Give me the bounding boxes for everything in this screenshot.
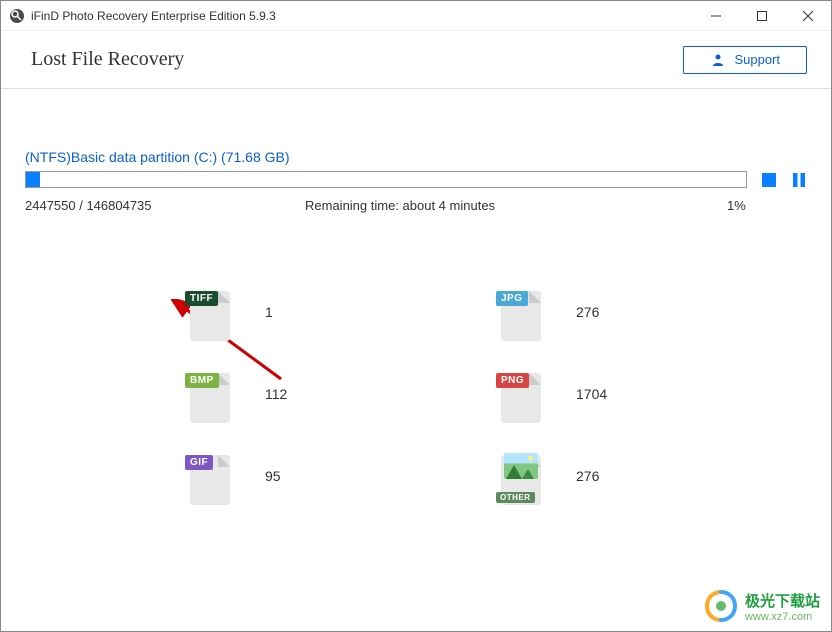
bmp-icon: BMP	[185, 365, 235, 423]
gif-icon: GIF	[185, 447, 235, 505]
watermark: 极光下载站 www.xz7.com	[703, 588, 820, 624]
jpg-count: 276	[576, 304, 599, 320]
pause-icon	[791, 172, 807, 188]
page-title: Lost File Recovery	[31, 48, 683, 71]
window-titlebar: iFinD Photo Recovery Enterprise Edition …	[1, 1, 831, 31]
tiff-icon: TIFF	[185, 283, 235, 341]
file-type-gif: GIF 95	[185, 447, 376, 505]
stop-icon	[761, 172, 777, 188]
jpg-icon: JPG	[496, 283, 546, 341]
gif-count: 95	[265, 468, 281, 484]
file-type-bmp: BMP 112	[185, 365, 376, 423]
maximize-button[interactable]	[739, 1, 785, 30]
app-header: Lost File Recovery Support	[1, 31, 831, 89]
other-icon: OTHER	[496, 447, 546, 505]
bmp-count: 112	[265, 386, 287, 402]
watermark-url: www.xz7.com	[745, 611, 820, 623]
progress-fill	[26, 172, 40, 187]
file-type-png: PNG 1704	[496, 365, 687, 423]
minimize-button[interactable]	[693, 1, 739, 30]
tiff-count: 1	[265, 304, 273, 320]
support-label: Support	[734, 52, 780, 67]
support-person-icon	[710, 52, 726, 68]
app-icon	[9, 8, 25, 24]
processed-count: 2447550 / 146804735	[25, 198, 305, 213]
file-type-tiff: TIFF 1	[185, 283, 376, 341]
window-title: iFinD Photo Recovery Enterprise Edition …	[31, 9, 693, 23]
file-type-other: OTHER 276	[496, 447, 687, 505]
stats-row: 2447550 / 146804735 Remaining time: abou…	[25, 198, 807, 213]
file-type-grid: TIFF 1 JPG 276 BMP 112 PNG 1704	[25, 283, 807, 505]
remaining-time: Remaining time: about 4 minutes	[305, 198, 727, 213]
partition-label: (NTFS)Basic data partition (C:) (71.68 G…	[25, 149, 807, 165]
file-type-jpg: JPG 276	[496, 283, 687, 341]
stop-button[interactable]	[761, 172, 777, 188]
progress-bar	[25, 171, 747, 188]
percent-text: 1%	[727, 198, 807, 213]
close-button[interactable]	[785, 1, 831, 30]
other-count: 276	[576, 468, 599, 484]
progress-row	[25, 171, 807, 188]
pause-button[interactable]	[791, 172, 807, 188]
window-controls	[693, 1, 831, 30]
support-button[interactable]: Support	[683, 46, 807, 74]
main-content: (NTFS)Basic data partition (C:) (71.68 G…	[1, 89, 831, 505]
watermark-title: 极光下载站	[745, 590, 820, 611]
watermark-logo-icon	[703, 588, 739, 624]
png-count: 1704	[576, 386, 607, 402]
png-icon: PNG	[496, 365, 546, 423]
